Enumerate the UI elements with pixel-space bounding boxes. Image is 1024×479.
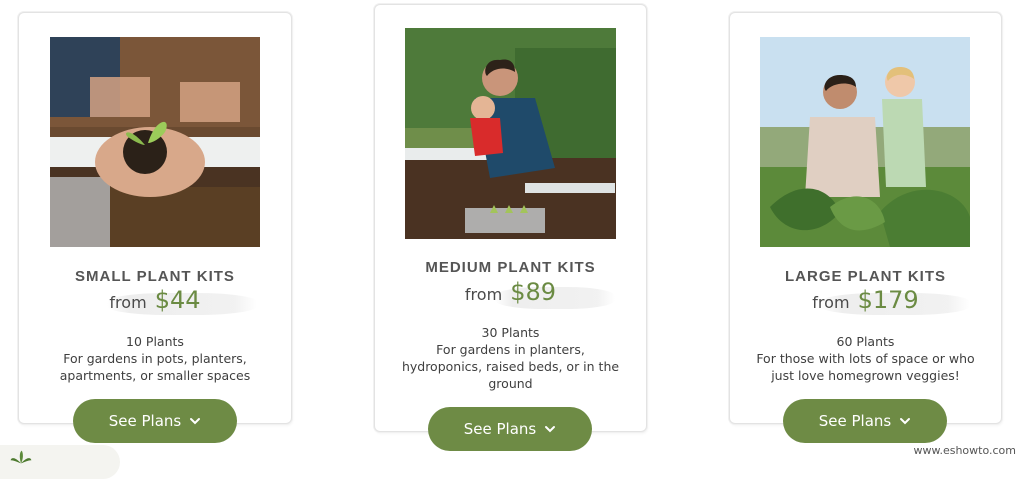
kit-description: For gardens in pots, planters, apartment…: [59, 351, 251, 383]
kit-description: For gardens in planters, hydroponics, ra…: [401, 342, 620, 391]
plan-card-medium: MEDIUM PLANT KITS from $89 30 Plants For…: [374, 4, 647, 432]
kit-title: MEDIUM PLANT KITS: [425, 259, 596, 276]
plant-count: 30 Plants: [481, 325, 540, 340]
plant-count: 10 Plants: [126, 334, 184, 349]
see-plans-label: See Plans: [108, 412, 182, 430]
price-row: from $89: [375, 278, 646, 306]
see-plans-button[interactable]: See Plans: [428, 407, 592, 451]
kit-description: For those with lots of space or who just…: [756, 351, 975, 383]
medium-kit-photo: [405, 28, 616, 239]
price-amount: $44: [154, 286, 201, 314]
small-kit-photo: [50, 37, 260, 247]
kit-title: LARGE PLANT KITS: [785, 268, 946, 285]
see-plans-button[interactable]: See Plans: [73, 399, 237, 443]
watermark-text: www.eshowto.com: [913, 444, 1016, 457]
chevron-down-icon: [545, 426, 556, 433]
logo-badge[interactable]: [0, 445, 120, 479]
large-kit-photo: [760, 37, 970, 247]
plan-card-small: SMALL PLANT KITS from $44 10 Plants For …: [18, 12, 292, 424]
leaf-logo-icon: [10, 450, 32, 464]
chevron-down-icon: [900, 418, 911, 425]
price-amount: $89: [510, 278, 557, 306]
price-amount: $179: [857, 286, 919, 314]
see-plans-label: See Plans: [463, 420, 537, 438]
price-from-label: from: [464, 285, 503, 304]
chevron-down-icon: [190, 418, 201, 425]
price-row: from $44: [19, 286, 291, 314]
see-plans-label: See Plans: [818, 412, 892, 430]
plant-count: 60 Plants: [836, 334, 895, 349]
price-from-label: from: [109, 293, 147, 312]
see-plans-button[interactable]: See Plans: [783, 399, 947, 443]
kit-title: SMALL PLANT KITS: [75, 268, 235, 285]
price-from-label: from: [812, 293, 850, 312]
plan-card-large: LARGE PLANT KITS from $179 60 Plants For…: [729, 12, 1002, 424]
price-row: from $179: [730, 286, 1001, 314]
